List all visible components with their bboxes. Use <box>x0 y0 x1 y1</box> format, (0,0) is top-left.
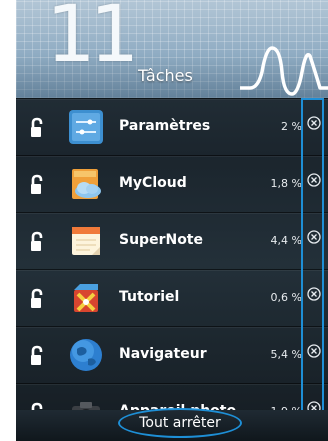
task-manager-footer: Tout arrêter <box>16 408 328 441</box>
unlocked-padlock-icon[interactable] <box>26 174 48 196</box>
task-usage: 0,6 % <box>270 291 302 304</box>
settings-icon <box>69 110 103 144</box>
task-row[interactable]: Navigateur 5,4 % <box>16 326 328 383</box>
task-row[interactable]: Tutoriel 0,6 % <box>16 269 328 326</box>
close-buttons-highlight <box>301 98 324 418</box>
task-name: Tutoriel <box>119 289 180 305</box>
task-manager-panel: 11 Tâches Paramètres 2 % MyCloud 1,8 % S… <box>16 0 328 441</box>
browser-globe-icon <box>70 339 102 371</box>
task-row[interactable]: Paramètres 2 % <box>16 98 328 155</box>
task-row[interactable]: SuperNote 4,4 % <box>16 212 328 269</box>
unlocked-padlock-icon[interactable] <box>26 117 48 139</box>
task-usage: 4,4 % <box>270 234 302 247</box>
task-usage: 5,4 % <box>270 348 302 361</box>
unlocked-padlock-icon[interactable] <box>26 231 48 253</box>
pulse-graph-icon <box>240 46 328 96</box>
unlocked-padlock-icon[interactable] <box>26 345 48 367</box>
task-row[interactable]: MyCloud 1,8 % <box>16 155 328 212</box>
task-name: Paramètres <box>119 118 211 134</box>
task-usage: 2 % <box>281 120 302 133</box>
supernote-icon <box>72 227 100 255</box>
task-manager-header: 11 Tâches <box>16 0 328 98</box>
task-name: SuperNote <box>119 232 203 248</box>
mycloud-icon <box>72 169 101 199</box>
task-count: 11 <box>46 0 139 80</box>
task-name: MyCloud <box>119 175 187 191</box>
task-name: Navigateur <box>119 346 207 362</box>
task-usage: 1,8 % <box>270 177 302 190</box>
stop-all-button[interactable]: Tout arrêter <box>118 408 242 438</box>
tutorial-icon <box>74 284 98 312</box>
unlocked-padlock-icon[interactable] <box>26 288 48 310</box>
task-manager-title: Tâches <box>138 66 193 85</box>
